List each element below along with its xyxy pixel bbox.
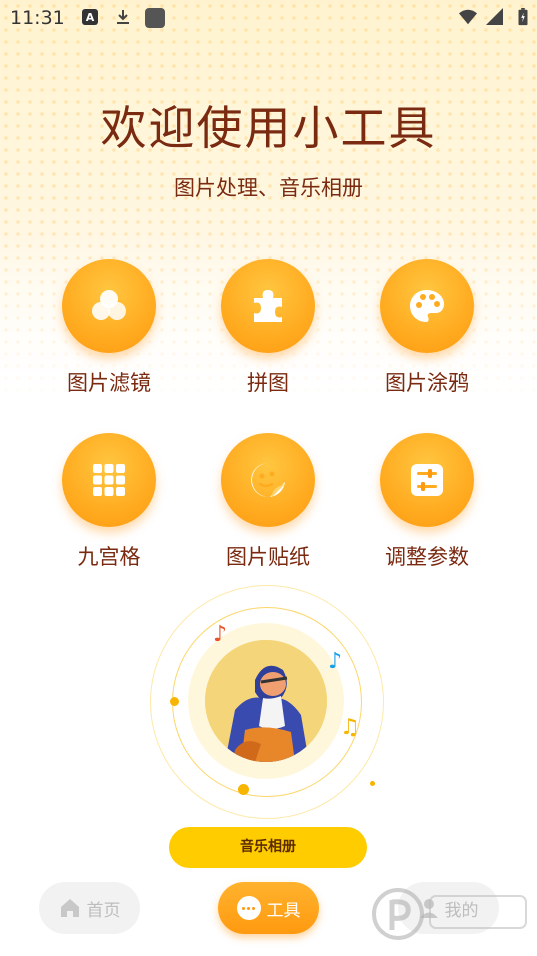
- tool-puzzle-circle[interactable]: [221, 259, 315, 353]
- more-icon: [236, 896, 261, 920]
- sticker-icon: [251, 463, 285, 498]
- sliders-icon: [411, 464, 443, 496]
- tool-puzzle-label: 拼图: [247, 371, 289, 395]
- music-note-yellow-icon: ♫: [340, 715, 360, 740]
- tool-filter-label: 图片滤镜: [67, 371, 151, 395]
- grid-icon: [93, 464, 125, 496]
- tool-puzzle[interactable]: 拼图: [193, 259, 343, 397]
- home-icon: [60, 899, 79, 917]
- tool-filter-circle[interactable]: [62, 259, 156, 353]
- status-time: 11:31: [10, 7, 65, 29]
- tool-adjust[interactable]: 调整参数: [352, 433, 502, 571]
- tool-adjust-label: 调整参数: [385, 545, 469, 569]
- puzzle-icon: [254, 290, 282, 322]
- tool-nine-grid[interactable]: 九宫格: [34, 433, 184, 571]
- download-icon: [117, 10, 129, 24]
- status-bar: 11:31 A: [0, 0, 537, 36]
- child-photo-image: [205, 640, 327, 762]
- tool-filter[interactable]: 图片滤镜: [34, 259, 184, 397]
- decor-dot: [238, 784, 249, 795]
- music-note-blue-icon: ♪: [328, 649, 343, 674]
- album-cover-photo[interactable]: [205, 640, 327, 762]
- palette-icon: [410, 290, 444, 322]
- decor-dot: [170, 697, 179, 706]
- music-note-red-icon: ♪: [213, 622, 228, 647]
- tool-nine-grid-label: 九宫格: [77, 545, 141, 569]
- watermark-logo: [372, 888, 527, 940]
- nav-tools[interactable]: 工具: [218, 882, 319, 934]
- tool-doodle-circle[interactable]: [380, 259, 474, 353]
- a-icon: A: [82, 9, 98, 25]
- wifi-icon: [459, 9, 477, 25]
- tool-sticker[interactable]: 图片贴纸: [193, 433, 343, 571]
- page-subtitle: 图片处理、音乐相册: [174, 176, 363, 200]
- music-album-visual[interactable]: ♪ ♪ ♫: [150, 585, 386, 821]
- app-square-icon: [145, 8, 165, 28]
- tool-sticker-label: 图片贴纸: [226, 545, 310, 569]
- tool-doodle[interactable]: 图片涂鸦: [352, 259, 502, 397]
- nav-tools-label: 工具: [266, 900, 301, 921]
- battery-charging-icon: [518, 8, 528, 26]
- decor-dot: [370, 781, 375, 786]
- nav-home[interactable]: 首页: [39, 882, 140, 934]
- tool-sticker-circle[interactable]: [221, 433, 315, 527]
- page-title: 欢迎使用小工具: [100, 101, 437, 155]
- music-album-button[interactable]: 音乐相册: [169, 827, 367, 868]
- tool-doodle-label: 图片涂鸦: [385, 371, 469, 395]
- tool-nine-grid-circle[interactable]: [62, 433, 156, 527]
- signal-icon: [486, 8, 503, 25]
- nav-home-label: 首页: [86, 900, 121, 921]
- bubbles-icon: [92, 290, 126, 320]
- tool-adjust-circle[interactable]: [380, 433, 474, 527]
